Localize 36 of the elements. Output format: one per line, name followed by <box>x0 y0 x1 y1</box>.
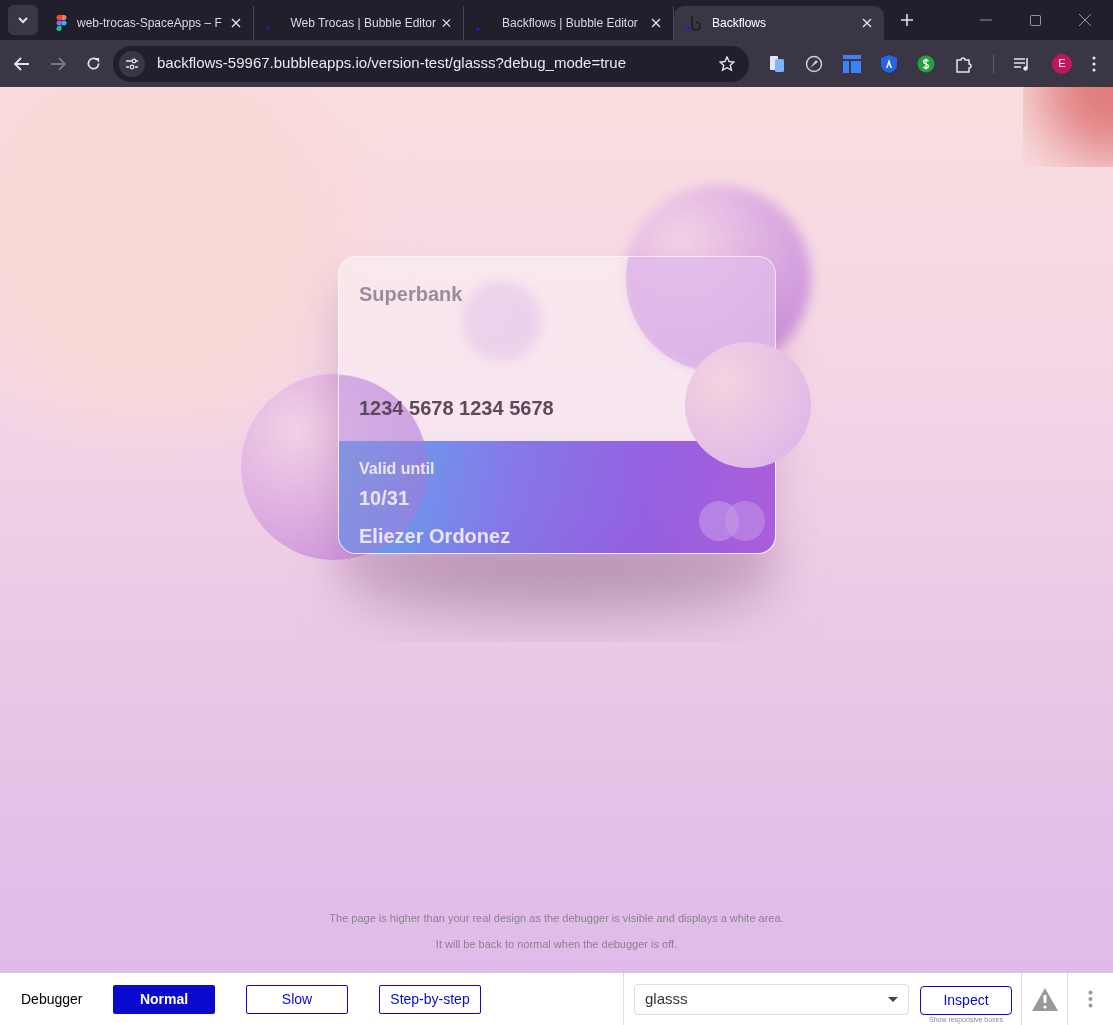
pages-extension-icon[interactable] <box>769 54 785 73</box>
bubble-logo-icon <box>686 15 702 31</box>
bubble-logo-icon <box>476 15 492 31</box>
sliders-icon <box>125 57 139 70</box>
debugger-label: Debugger <box>21 989 84 1009</box>
close-icon[interactable] <box>1079 14 1091 26</box>
layout-extension-icon[interactable] <box>843 54 861 73</box>
speed-mode-button[interactable]: Normal <box>113 984 215 1014</box>
debugger-notice: It will be back to normal when the debugger is off. <box>435 936 678 952</box>
debugger-notice: The page is higher than your real design as the debugger is visible and displays a white area. <box>329 911 784 926</box>
forward-icon[interactable] <box>50 56 66 71</box>
warning-icon[interactable] <box>1031 987 1058 1011</box>
caret-down-icon <box>888 996 898 1002</box>
maximize-icon[interactable] <box>1030 14 1041 26</box>
reload-icon[interactable] <box>86 56 101 71</box>
puzzle-icon[interactable] <box>955 54 973 73</box>
more-vertical-icon[interactable] <box>1092 55 1096 72</box>
site-info-button[interactable] <box>119 50 145 77</box>
tab-search-button[interactable] <box>8 5 38 35</box>
speed-mode-button[interactable]: Step-by-step <box>379 984 481 1014</box>
back-icon[interactable] <box>14 56 30 71</box>
bookmark-star-icon[interactable] <box>719 55 735 72</box>
profile-avatar[interactable]: E <box>1052 53 1072 74</box>
address-bar[interactable]: backflows-59967.bubbleapps.io/version-test/glasss?debug_mode=true <box>113 45 749 82</box>
chevron-down-icon <box>17 16 29 24</box>
shield-extension-icon[interactable] <box>881 54 897 73</box>
compass-icon[interactable] <box>805 54 823 73</box>
speed-mode-button[interactable]: Slow <box>246 984 348 1014</box>
dollar-extension-icon[interactable] <box>917 54 935 73</box>
inspect-button[interactable]: Inspect <box>920 985 1012 1015</box>
plus-icon <box>901 14 913 26</box>
url-text: backflows-59967.bubbleapps.io/version-test/glasss?debug_mode=true <box>157 53 628 74</box>
bubble-logo-icon <box>266 15 281 31</box>
figma-logo-icon <box>56 15 67 31</box>
page-dropdown[interactable]: glasss <box>634 983 909 1015</box>
browser-tab[interactable]: Backflows <box>674 6 884 40</box>
